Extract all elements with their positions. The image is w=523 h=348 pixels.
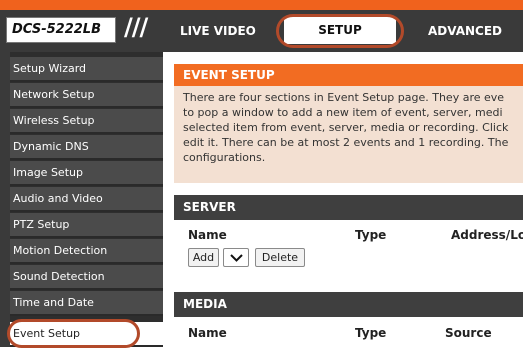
sidebar-item-setup-wizard[interactable]: Setup Wizard	[10, 57, 163, 82]
sidebar-item-wireless-setup[interactable]: Wireless Setup	[10, 109, 163, 134]
media-section-header: MEDIA	[174, 292, 523, 317]
sidebar-item-dynamic-dns[interactable]: Dynamic DNS	[10, 135, 163, 160]
server-col-address: Address/Lo	[451, 228, 523, 242]
tab-live-video[interactable]: LIVE VIDEO	[180, 24, 256, 46]
chevron-down-icon	[230, 254, 243, 262]
description-line: selected item from event, server, media …	[183, 121, 509, 134]
top-accent-strip	[0, 0, 523, 10]
sidebar-item-network-setup[interactable]: Network Setup	[10, 83, 163, 108]
sidebar-item-motion-detection[interactable]: Motion Detection	[10, 239, 163, 264]
model-label: DCS-5222LB	[12, 22, 102, 37]
model-badge: DCS-5222LB	[6, 17, 116, 43]
sidebar: Setup Wizard Network Setup Wireless Setu…	[10, 52, 163, 347]
sidebar-item-image-setup[interactable]: Image Setup	[10, 161, 163, 186]
media-col-source: Source	[445, 326, 492, 340]
media-col-type: Type	[355, 326, 387, 340]
server-col-name: Name	[188, 228, 227, 242]
delete-button[interactable]: Delete	[255, 248, 305, 267]
setup-highlight-ring	[276, 14, 404, 48]
description-line: to pop a window to add a new item of eve…	[183, 106, 503, 119]
event-setup-highlight-ring	[7, 319, 140, 348]
description-line: configurations.	[183, 151, 266, 164]
media-col-name: Name	[188, 326, 227, 340]
add-button[interactable]: Add	[188, 248, 219, 267]
description-line: edit it. There can be at most 2 events a…	[183, 136, 509, 149]
description-line: There are four sections in Event Setup p…	[183, 91, 505, 104]
sidebar-item-ptz-setup[interactable]: PTZ Setup	[10, 213, 163, 238]
sidebar-item-sound-detection[interactable]: Sound Detection	[10, 265, 163, 290]
sidebar-item-audio-video[interactable]: Audio and Video	[10, 187, 163, 212]
server-section-header: SERVER	[174, 195, 523, 220]
tab-advanced[interactable]: ADVANCED	[428, 24, 502, 46]
left-edge	[0, 52, 10, 347]
sidebar-item-time-date[interactable]: Time and Date	[10, 291, 163, 316]
description-panel: There are four sections in Event Setup p…	[174, 86, 523, 183]
brand-divider: ///	[124, 13, 148, 41]
page-title: EVENT SETUP	[174, 64, 523, 86]
server-col-type: Type	[355, 228, 387, 242]
server-select[interactable]	[223, 248, 249, 267]
